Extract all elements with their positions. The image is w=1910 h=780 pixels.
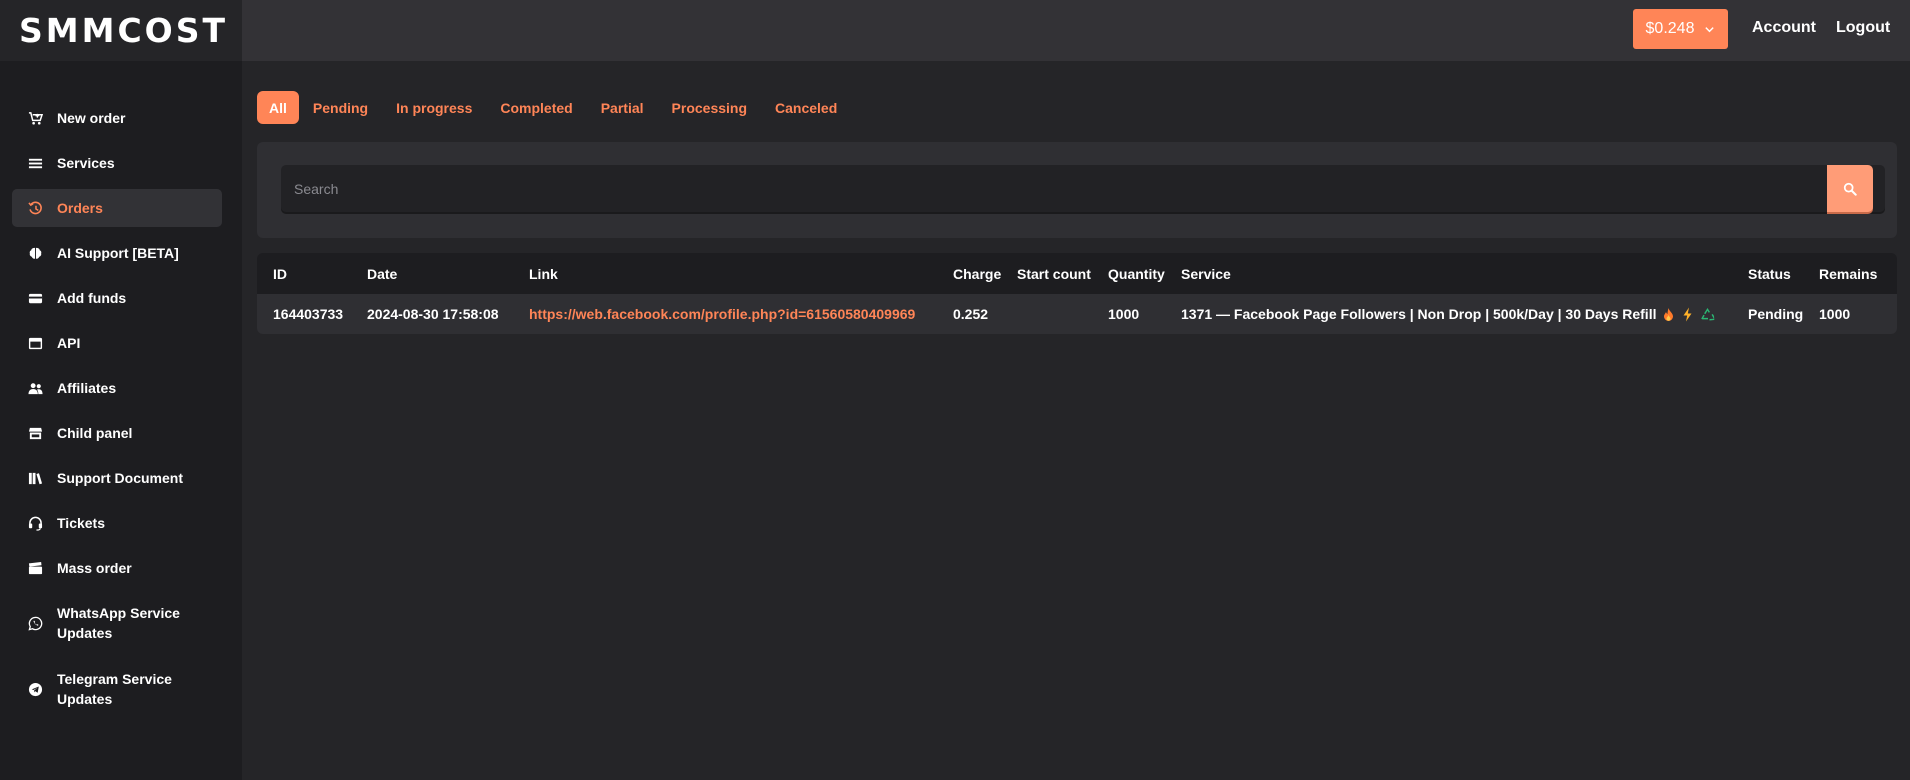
lightning-icon <box>1681 307 1694 322</box>
order-quantity: 1000 <box>1108 306 1140 322</box>
account-link[interactable]: Account <box>1752 19 1816 37</box>
sidebar-item-label: Orders <box>57 200 103 216</box>
column-header-status: Status <box>1748 265 1791 282</box>
history-icon <box>27 200 43 216</box>
sidebar-item-label: Add funds <box>57 290 127 306</box>
sidebar-item-telegram-updates[interactable]: Telegram Service Updates <box>12 660 222 708</box>
sidebar-item-api[interactable]: API <box>12 324 222 362</box>
table-header: ID Date Link Charge Start count Quantity… <box>257 253 1897 294</box>
column-header-link: Link <box>529 265 558 282</box>
sidebar-item-whatsapp-updates[interactable]: WhatsApp Service Updates <box>12 594 222 642</box>
column-header-service: Service <box>1181 265 1231 282</box>
sidebar-item-label: Tickets <box>57 515 105 531</box>
telegram-icon <box>27 681 43 697</box>
cart-icon <box>27 110 43 126</box>
sidebar-item-mass-order[interactable]: Mass order <box>12 549 222 587</box>
users-icon <box>27 380 43 396</box>
tab-pending[interactable]: Pending <box>299 91 382 124</box>
sidebar-item-label: Child panel <box>57 425 133 441</box>
list-icon <box>27 155 43 171</box>
order-charge: 0.252 <box>953 306 989 322</box>
sidebar-item-orders[interactable]: Orders <box>12 189 222 227</box>
logout-link[interactable]: Logout <box>1836 19 1890 37</box>
tab-partial[interactable]: Partial <box>587 91 658 124</box>
sidebar-item-label: API <box>57 335 81 351</box>
sidebar-item-label: Affiliates <box>57 380 117 396</box>
column-header-remains: Remains <box>1819 265 1878 282</box>
sidebar-item-services[interactable]: Services <box>12 144 222 182</box>
sidebar-item-label: Telegram Service Updates <box>57 671 172 707</box>
sidebar-item-label: WhatsApp Service Updates <box>57 605 180 641</box>
window-icon <box>27 335 43 351</box>
sidebar-item-add-funds[interactable]: Add funds <box>12 279 222 317</box>
tab-completed[interactable]: Completed <box>486 91 586 124</box>
column-header-quantity: Quantity <box>1108 265 1165 282</box>
balance-dropdown[interactable]: $0.248 <box>1633 9 1728 49</box>
fire-icon <box>1662 307 1675 322</box>
tab-in-progress[interactable]: In progress <box>382 91 486 124</box>
sidebar-item-label: New order <box>57 110 126 126</box>
sidebar-item-affiliates[interactable]: Affiliates <box>12 369 222 407</box>
order-id: 164403733 <box>273 306 344 322</box>
clapperboard-icon <box>27 560 43 576</box>
logo[interactable]: SMMCOST <box>19 11 228 50</box>
sidebar-item-label: Support Document <box>57 470 183 486</box>
tab-processing[interactable]: Processing <box>658 91 761 124</box>
store-icon <box>27 425 43 441</box>
sidebar-item-ai-support[interactable]: AI Support [BETA] <box>12 234 222 272</box>
order-status: Pending <box>1748 306 1804 322</box>
brain-icon <box>27 245 43 261</box>
top-bar: SMMCOST $0.248 Account Logout <box>0 0 1910 61</box>
sidebar-item-new-order[interactable]: New order <box>12 99 222 137</box>
order-service-text: 1371 — Facebook Page Followers | Non Dro… <box>1181 306 1657 322</box>
tab-canceled[interactable]: Canceled <box>761 91 851 124</box>
search-input[interactable] <box>281 165 1885 212</box>
chevron-down-icon <box>1705 26 1715 32</box>
credit-card-icon <box>27 290 43 306</box>
search-icon <box>1843 182 1857 196</box>
sidebar: New order Services Orders AI Support [BE… <box>0 61 242 780</box>
search-card <box>257 142 1897 238</box>
search-button[interactable] <box>1827 165 1873 212</box>
logo-area: SMMCOST <box>0 0 242 61</box>
tab-all[interactable]: All <box>257 91 299 124</box>
sidebar-item-label: Mass order <box>57 560 132 576</box>
whatsapp-icon <box>27 615 43 631</box>
sidebar-item-child-panel[interactable]: Child panel <box>12 414 222 452</box>
orders-table: ID Date Link Charge Start count Quantity… <box>257 253 1897 334</box>
column-header-id: ID <box>273 265 287 282</box>
status-filter-tabs: All Pending In progress Completed Partia… <box>257 91 851 124</box>
headset-icon <box>27 515 43 531</box>
sidebar-item-support-document[interactable]: Support Document <box>12 459 222 497</box>
column-header-date: Date <box>367 265 398 282</box>
table-row: 164403733 2024-08-30 17:58:08 https://we… <box>257 294 1897 334</box>
balance-value: $0.248 <box>1645 20 1695 37</box>
order-date: 2024-08-30 17:58:08 <box>367 306 499 322</box>
column-header-start-count: Start count <box>1017 265 1091 282</box>
order-remains: 1000 <box>1819 306 1851 322</box>
order-service: 1371 — Facebook Page Followers | Non Dro… <box>1181 294 1715 334</box>
column-header-charge: Charge <box>953 265 1002 282</box>
recycle-icon <box>1700 307 1715 322</box>
order-link[interactable]: https://web.facebook.com/profile.php?id=… <box>529 294 915 334</box>
sidebar-item-tickets[interactable]: Tickets <box>12 504 222 542</box>
books-icon <box>27 470 43 486</box>
sidebar-item-label: Services <box>57 155 115 171</box>
sidebar-item-label: AI Support [BETA] <box>57 245 179 261</box>
